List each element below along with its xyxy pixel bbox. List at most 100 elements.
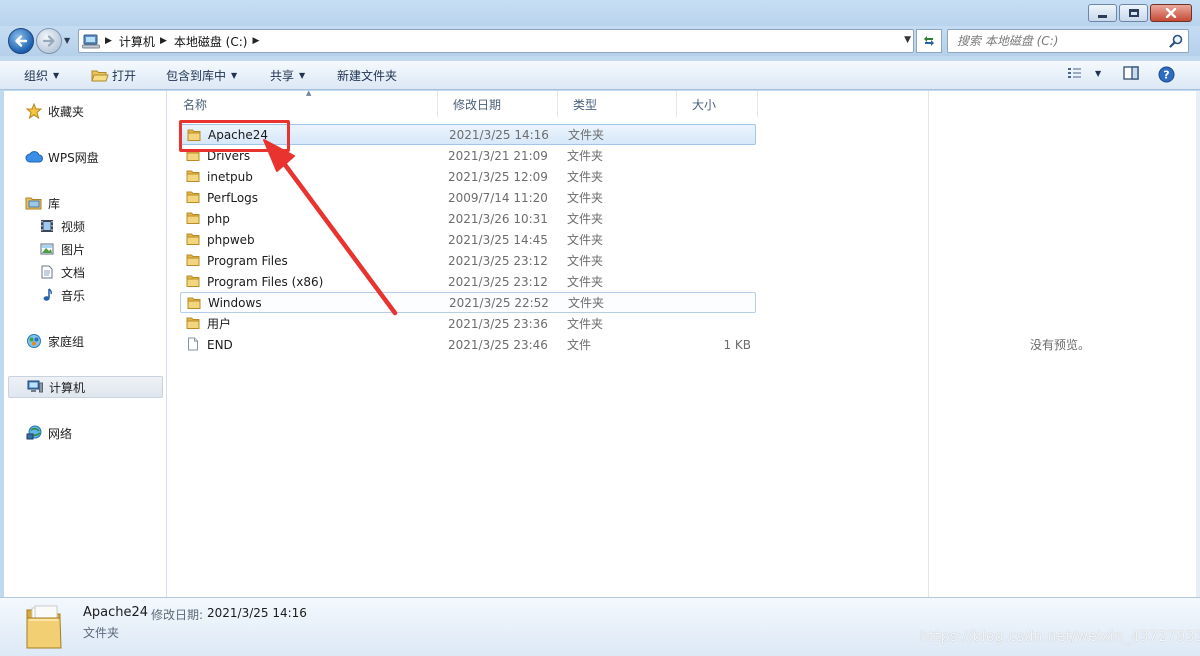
file-type: 文件夹	[567, 275, 604, 289]
search-input[interactable]	[957, 34, 1167, 48]
column-header-type-label: 类型	[573, 97, 598, 112]
nav-favorites[interactable]: 收藏夹	[8, 100, 163, 122]
music-note-icon	[38, 287, 56, 303]
minimize-icon	[1098, 14, 1107, 18]
nav-favorites-label: 收藏夹	[48, 104, 85, 119]
forward-button[interactable]	[36, 28, 62, 54]
nav-music[interactable]: 音乐	[8, 284, 163, 306]
picture-icon	[38, 241, 56, 257]
search-box[interactable]	[947, 29, 1189, 53]
file-type: 文件夹	[567, 233, 604, 247]
file-row[interactable]: Program Files 2021/3/25 23:12 文件夹	[180, 250, 756, 271]
file-type: 文件夹	[567, 149, 604, 163]
nav-pictures[interactable]: 图片	[8, 238, 163, 260]
window-edge	[1196, 91, 1200, 597]
file-name: php	[207, 211, 230, 226]
change-view-button[interactable]: ▼	[1067, 66, 1101, 80]
file-name: phpweb	[207, 232, 255, 247]
file-type: 文件夹	[568, 296, 605, 310]
file-type: 文件夹	[567, 317, 604, 331]
file-date: 2021/3/25 23:12	[448, 253, 548, 268]
share-menu[interactable]: 共享 ▼	[270, 67, 305, 84]
close-button[interactable]	[1150, 4, 1192, 22]
file-row[interactable]: Windows 2021/3/25 22:52 文件夹	[180, 292, 756, 313]
address-history-dropdown[interactable]: ▼	[904, 35, 911, 45]
help-icon: ?	[1158, 66, 1175, 83]
no-preview-message: 没有预览。	[1030, 338, 1091, 352]
file-list-pane: 名称 ▲ 修改日期 类型 大小 Apache24 2021/3/25 14:16…	[168, 89, 928, 597]
folder-icon	[186, 212, 200, 224]
explorer-content: 收藏夹 WPS网盘 库 视频 图片 文档 音乐 家庭组 计算机 网络 名称 ▲ …	[4, 89, 1200, 597]
file-date: 2021/3/25 23:12	[448, 274, 548, 289]
column-header-size[interactable]: 大小	[677, 91, 758, 117]
sort-ascending-icon: ▲	[306, 89, 312, 97]
nav-wps-cloud-label: WPS网盘	[48, 150, 99, 165]
breadcrumb-separator[interactable]: ▶	[105, 36, 112, 46]
nav-network[interactable]: 网络	[8, 422, 163, 444]
nav-libraries-label: 库	[48, 196, 61, 211]
nav-music-label: 音乐	[61, 288, 86, 303]
details-pane: Apache24 修改日期: 2021/3/25 14:16 文件夹 https…	[0, 597, 1200, 656]
network-icon	[25, 425, 43, 441]
breadcrumb-computer[interactable]: 计算机	[119, 33, 155, 50]
file-type: 文件夹	[567, 212, 604, 226]
back-button[interactable]	[8, 28, 34, 54]
file-row[interactable]: phpweb 2021/3/25 14:45 文件夹	[180, 229, 756, 250]
nav-wps-cloud[interactable]: WPS网盘	[8, 146, 163, 168]
chevron-down-icon: ▼	[53, 71, 60, 80]
file-row[interactable]: END 2021/3/25 23:46 文件 1 KB	[180, 334, 756, 355]
breadcrumb-local-disk[interactable]: 本地磁盘 (C:)	[174, 33, 248, 50]
file-row[interactable]: Program Files (x86) 2021/3/25 23:12 文件夹	[180, 271, 756, 292]
file-date: 2021/3/26 10:31	[448, 211, 548, 226]
preview-pane-button[interactable]	[1123, 66, 1139, 80]
folder-icon	[186, 170, 200, 182]
file-name: Windows	[208, 295, 262, 310]
column-header-type[interactable]: 类型	[558, 91, 677, 117]
nav-network-label: 网络	[48, 426, 73, 441]
nav-pictures-label: 图片	[61, 242, 86, 257]
help-button[interactable]: ?	[1158, 66, 1175, 83]
file-type: 文件夹	[567, 170, 604, 184]
organize-menu[interactable]: 组织 ▼	[24, 67, 59, 84]
include-in-library-menu[interactable]: 包含到库中 ▼	[166, 67, 237, 84]
file-name: END	[207, 337, 233, 352]
file-icon	[188, 337, 198, 351]
column-header-size-label: 大小	[692, 97, 717, 112]
refresh-button[interactable]	[916, 29, 942, 53]
column-header-name[interactable]: 名称 ▲	[168, 89, 438, 117]
column-headers: 名称 ▲ 修改日期 类型 大小	[168, 89, 928, 117]
share-label: 共享	[270, 69, 295, 83]
chevron-down-icon: ▼	[231, 71, 238, 80]
folder-icon	[186, 191, 200, 203]
nav-homegroup-label: 家庭组	[48, 334, 85, 349]
recent-pages-dropdown[interactable]: ▼	[64, 36, 70, 45]
nav-computer[interactable]: 计算机	[8, 376, 163, 398]
file-row[interactable]: PerfLogs 2009/7/14 11:20 文件夹	[180, 187, 756, 208]
breadcrumb-separator[interactable]: ▶	[160, 36, 167, 46]
preview-pane: 没有预览。	[929, 91, 1196, 597]
column-header-date[interactable]: 修改日期	[438, 91, 558, 117]
nav-homegroup[interactable]: 家庭组	[8, 330, 163, 352]
file-date: 2021/3/25 12:09	[448, 169, 548, 184]
file-row[interactable]: inetpub 2021/3/25 12:09 文件夹	[180, 166, 756, 187]
nav-libraries[interactable]: 库	[8, 192, 163, 214]
file-name: 用户	[207, 317, 232, 331]
search-icon[interactable]	[1169, 34, 1183, 48]
organize-label: 组织	[24, 69, 49, 83]
homegroup-icon	[25, 333, 43, 349]
new-folder-button[interactable]: 新建文件夹	[337, 67, 397, 84]
chevron-down-icon[interactable]: ▼	[1095, 69, 1101, 78]
open-button[interactable]: 打开	[91, 67, 136, 84]
file-row[interactable]: php 2021/3/26 10:31 文件夹	[180, 208, 756, 229]
maximize-button[interactable]	[1119, 4, 1148, 22]
nav-documents[interactable]: 文档	[8, 261, 163, 283]
breadcrumb-separator[interactable]: ▶	[252, 36, 259, 46]
folder-icon	[186, 233, 200, 245]
pane-divider[interactable]	[166, 91, 167, 597]
file-row[interactable]: 用户 2021/3/25 23:36 文件夹	[180, 313, 756, 334]
star-icon	[25, 103, 43, 119]
address-bar[interactable]: ▶ 计算机 ▶ 本地磁盘 (C:) ▶ ▼	[78, 29, 914, 53]
nav-computer-label: 计算机	[49, 380, 86, 395]
minimize-button[interactable]	[1088, 4, 1117, 22]
nav-videos[interactable]: 视频	[8, 215, 163, 237]
